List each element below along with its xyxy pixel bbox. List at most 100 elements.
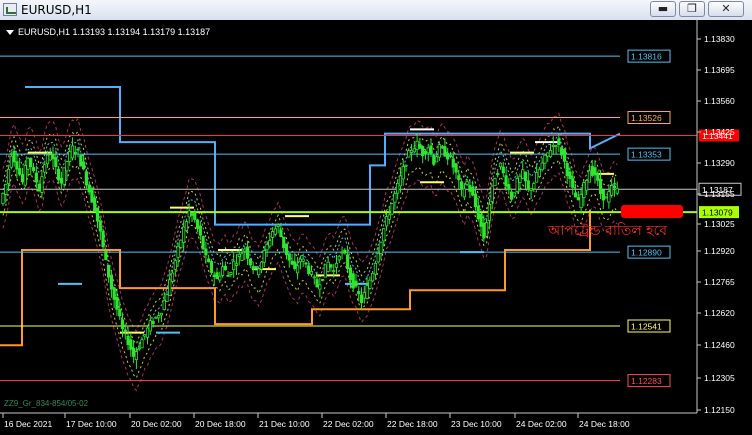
candle [423, 150, 428, 155]
chart-header: EURUSD,H1 1.13193 1.13194 1.13179 1.1318… [18, 27, 210, 37]
candle [120, 319, 125, 330]
candle [212, 274, 216, 278]
candle [434, 156, 439, 163]
time-tick-label: 20 Dec 18:00 [195, 419, 246, 429]
price-tick-label: 1.13830 [704, 34, 735, 44]
candle [48, 154, 52, 161]
candle [54, 157, 58, 167]
candle [429, 145, 433, 154]
title-bar[interactable]: EURUSD,H1 ▬ ❐ ✕ [0, 0, 752, 21]
candle [140, 339, 144, 349]
candle [484, 222, 489, 237]
candle [73, 152, 77, 154]
candle [471, 186, 475, 196]
level-label[interactable]: 1.13079 [702, 208, 733, 218]
candle [343, 249, 347, 254]
candle [273, 228, 277, 235]
price-tick-label: 1.13155 [704, 189, 735, 199]
candle [546, 152, 550, 157]
close-button[interactable]: ✕ [708, 1, 744, 17]
candle [234, 263, 239, 266]
candle [51, 154, 55, 160]
candle [585, 180, 589, 191]
level-label[interactable]: 1.13353 [631, 150, 662, 160]
candle [476, 205, 480, 220]
candle [279, 229, 283, 238]
candle [45, 154, 50, 165]
candle [610, 185, 614, 196]
candle [187, 210, 191, 218]
level-label[interactable]: 1.12283 [631, 376, 662, 386]
candle [376, 252, 380, 263]
candle [393, 193, 397, 203]
level-label[interactable]: 1.12890 [631, 248, 662, 258]
candle [257, 268, 261, 276]
candle [518, 175, 522, 183]
candle [159, 312, 164, 316]
candle [201, 235, 205, 250]
candle [204, 248, 208, 256]
candle [576, 197, 580, 201]
level-label[interactable]: 1.13526 [631, 113, 662, 123]
minimize-button[interactable]: ▬ [650, 1, 676, 17]
time-tick-label: 17 Dec 10:00 [66, 419, 117, 429]
level-label[interactable]: 1.12541 [631, 322, 662, 332]
candle [207, 258, 211, 263]
candle [20, 174, 25, 183]
restore-button[interactable]: ❐ [679, 1, 705, 17]
candle [56, 168, 61, 181]
candle [535, 172, 539, 183]
candle [590, 165, 594, 176]
candle [9, 155, 13, 168]
candle [507, 184, 511, 190]
candle [521, 169, 525, 179]
candle [282, 236, 286, 249]
candle [173, 260, 177, 270]
candle [179, 239, 183, 248]
candle [387, 214, 391, 220]
window-title: EURUSD,H1 [21, 3, 92, 17]
candle [248, 259, 252, 266]
candle [254, 266, 258, 269]
candle [290, 260, 294, 265]
candle [65, 161, 69, 172]
candle [15, 161, 19, 170]
candle [551, 144, 555, 147]
time-tick-label: 23 Dec 10:00 [451, 419, 502, 429]
level-label[interactable]: 1.13816 [631, 52, 662, 62]
candle [112, 287, 116, 300]
candle [34, 172, 38, 183]
candle [84, 171, 88, 186]
candle [87, 184, 91, 193]
price-tick-label: 1.12460 [704, 340, 735, 350]
candle [479, 214, 483, 227]
time-tick-label: 24 Dec 18:00 [579, 419, 630, 429]
candle [359, 294, 364, 303]
candle [104, 251, 108, 260]
candle [571, 177, 575, 188]
candle [6, 168, 11, 185]
candle [432, 155, 436, 165]
candle [337, 255, 341, 261]
candle [368, 279, 372, 289]
candle [362, 291, 366, 299]
candle [573, 192, 578, 198]
candle [101, 230, 105, 248]
candle [409, 149, 414, 153]
candle [612, 185, 617, 189]
candle [401, 166, 405, 180]
time-tick-label: 22 Dec 18:00 [387, 419, 438, 429]
candle [223, 265, 227, 271]
candle [448, 155, 453, 157]
candle [107, 264, 111, 278]
candle [390, 203, 394, 215]
candle [321, 279, 325, 281]
candle [270, 231, 275, 238]
candle [251, 266, 255, 270]
candle [346, 254, 350, 270]
candle [371, 272, 375, 282]
price-tick-label: 1.12765 [704, 277, 735, 287]
price-chart[interactable]: 1.138161.135261.134411.133531.131871.130… [0, 20, 752, 435]
candle [37, 183, 41, 192]
candle [318, 284, 322, 290]
